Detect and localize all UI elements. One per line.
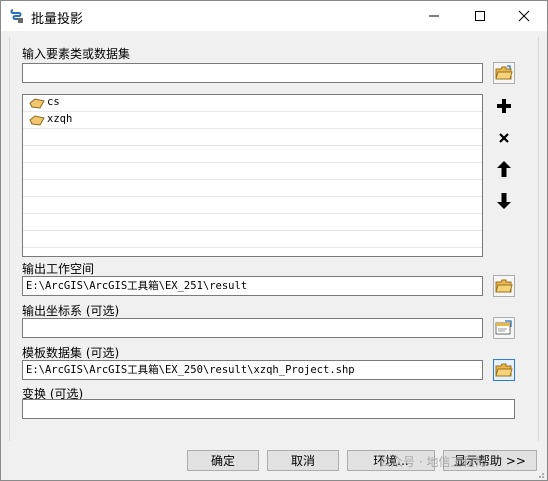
move-up-button[interactable]: [493, 158, 515, 180]
minimize-button[interactable]: [411, 1, 457, 31]
coordinate-system-label: 输出坐标系 (可选): [22, 304, 120, 318]
polygon-layer-icon: [29, 115, 45, 126]
maximize-icon: [475, 11, 485, 21]
close-icon: [518, 10, 530, 22]
cancel-button[interactable]: 取消: [267, 450, 339, 471]
transformation-field[interactable]: [22, 399, 515, 419]
list-item[interactable]: cs: [23, 95, 482, 112]
dialog-window: 批量投影 输入要素类或数据集 cs xzqh 输出工作空间 E:\ArcGIS\…: [0, 0, 548, 481]
delete-icon: [499, 133, 509, 143]
watermark-text: 公众号 · 地信工程师: [379, 455, 487, 469]
empty-list-row: [23, 129, 482, 146]
input-features-label: 输入要素类或数据集: [22, 47, 131, 61]
input-features-field[interactable]: [22, 63, 483, 83]
browse-input-button[interactable]: [493, 62, 515, 84]
add-item-button[interactable]: [493, 95, 515, 117]
move-down-button[interactable]: [493, 190, 515, 212]
window-title: 批量投影: [31, 12, 84, 27]
template-dataset-field[interactable]: E:\ArcGIS\ArcGIS工具箱\EX_250\result\xzqh_P…: [22, 360, 483, 380]
empty-list-row: [23, 231, 482, 248]
plus-icon: [497, 99, 511, 113]
input-features-list[interactable]: cs xzqh: [22, 94, 483, 257]
open-folder-icon: [495, 363, 513, 377]
empty-list-row: [23, 146, 482, 163]
polygon-layer-icon: [29, 98, 45, 109]
remove-item-button[interactable]: [493, 127, 515, 149]
script-tool-icon: [9, 8, 25, 24]
empty-list-row: [23, 163, 482, 180]
open-folder-icon: [495, 279, 513, 293]
properties-icon: [495, 320, 512, 335]
output-workspace-label: 输出工作空间: [22, 262, 95, 276]
empty-list-row: [23, 180, 482, 197]
empty-list-row: [23, 214, 482, 231]
list-item-label: xzqh: [47, 113, 73, 125]
browse-workspace-button[interactable]: [493, 275, 515, 297]
coordinate-properties-button[interactable]: [493, 317, 515, 339]
coordinate-system-field[interactable]: [22, 318, 483, 338]
button-bar: 确定 取消 环境... 显示帮助 >> 公众号 · 地信工程师: [1, 441, 547, 480]
close-button[interactable]: [501, 1, 547, 31]
title-bar: 批量投影: [1, 1, 547, 31]
ok-button[interactable]: 确定: [187, 450, 259, 471]
arrow-up-icon: [497, 161, 511, 177]
empty-list-row: [23, 197, 482, 214]
maximize-button[interactable]: [457, 1, 503, 31]
list-item-label: cs: [47, 96, 60, 108]
output-workspace-field[interactable]: E:\ArcGIS\ArcGIS工具箱\EX_251\result: [22, 276, 483, 296]
list-item[interactable]: xzqh: [23, 112, 482, 129]
resize-grip-icon[interactable]: [535, 468, 545, 478]
minimize-icon: [429, 15, 439, 17]
browse-template-button[interactable]: [493, 359, 515, 381]
template-dataset-label: 模板数据集 (可选): [22, 346, 120, 360]
dialog-client: 输入要素类或数据集 cs xzqh 输出工作空间 E:\ArcGIS\ArcGI…: [1, 31, 547, 480]
arrow-down-icon: [497, 193, 511, 209]
open-folder-icon: [495, 65, 513, 80]
